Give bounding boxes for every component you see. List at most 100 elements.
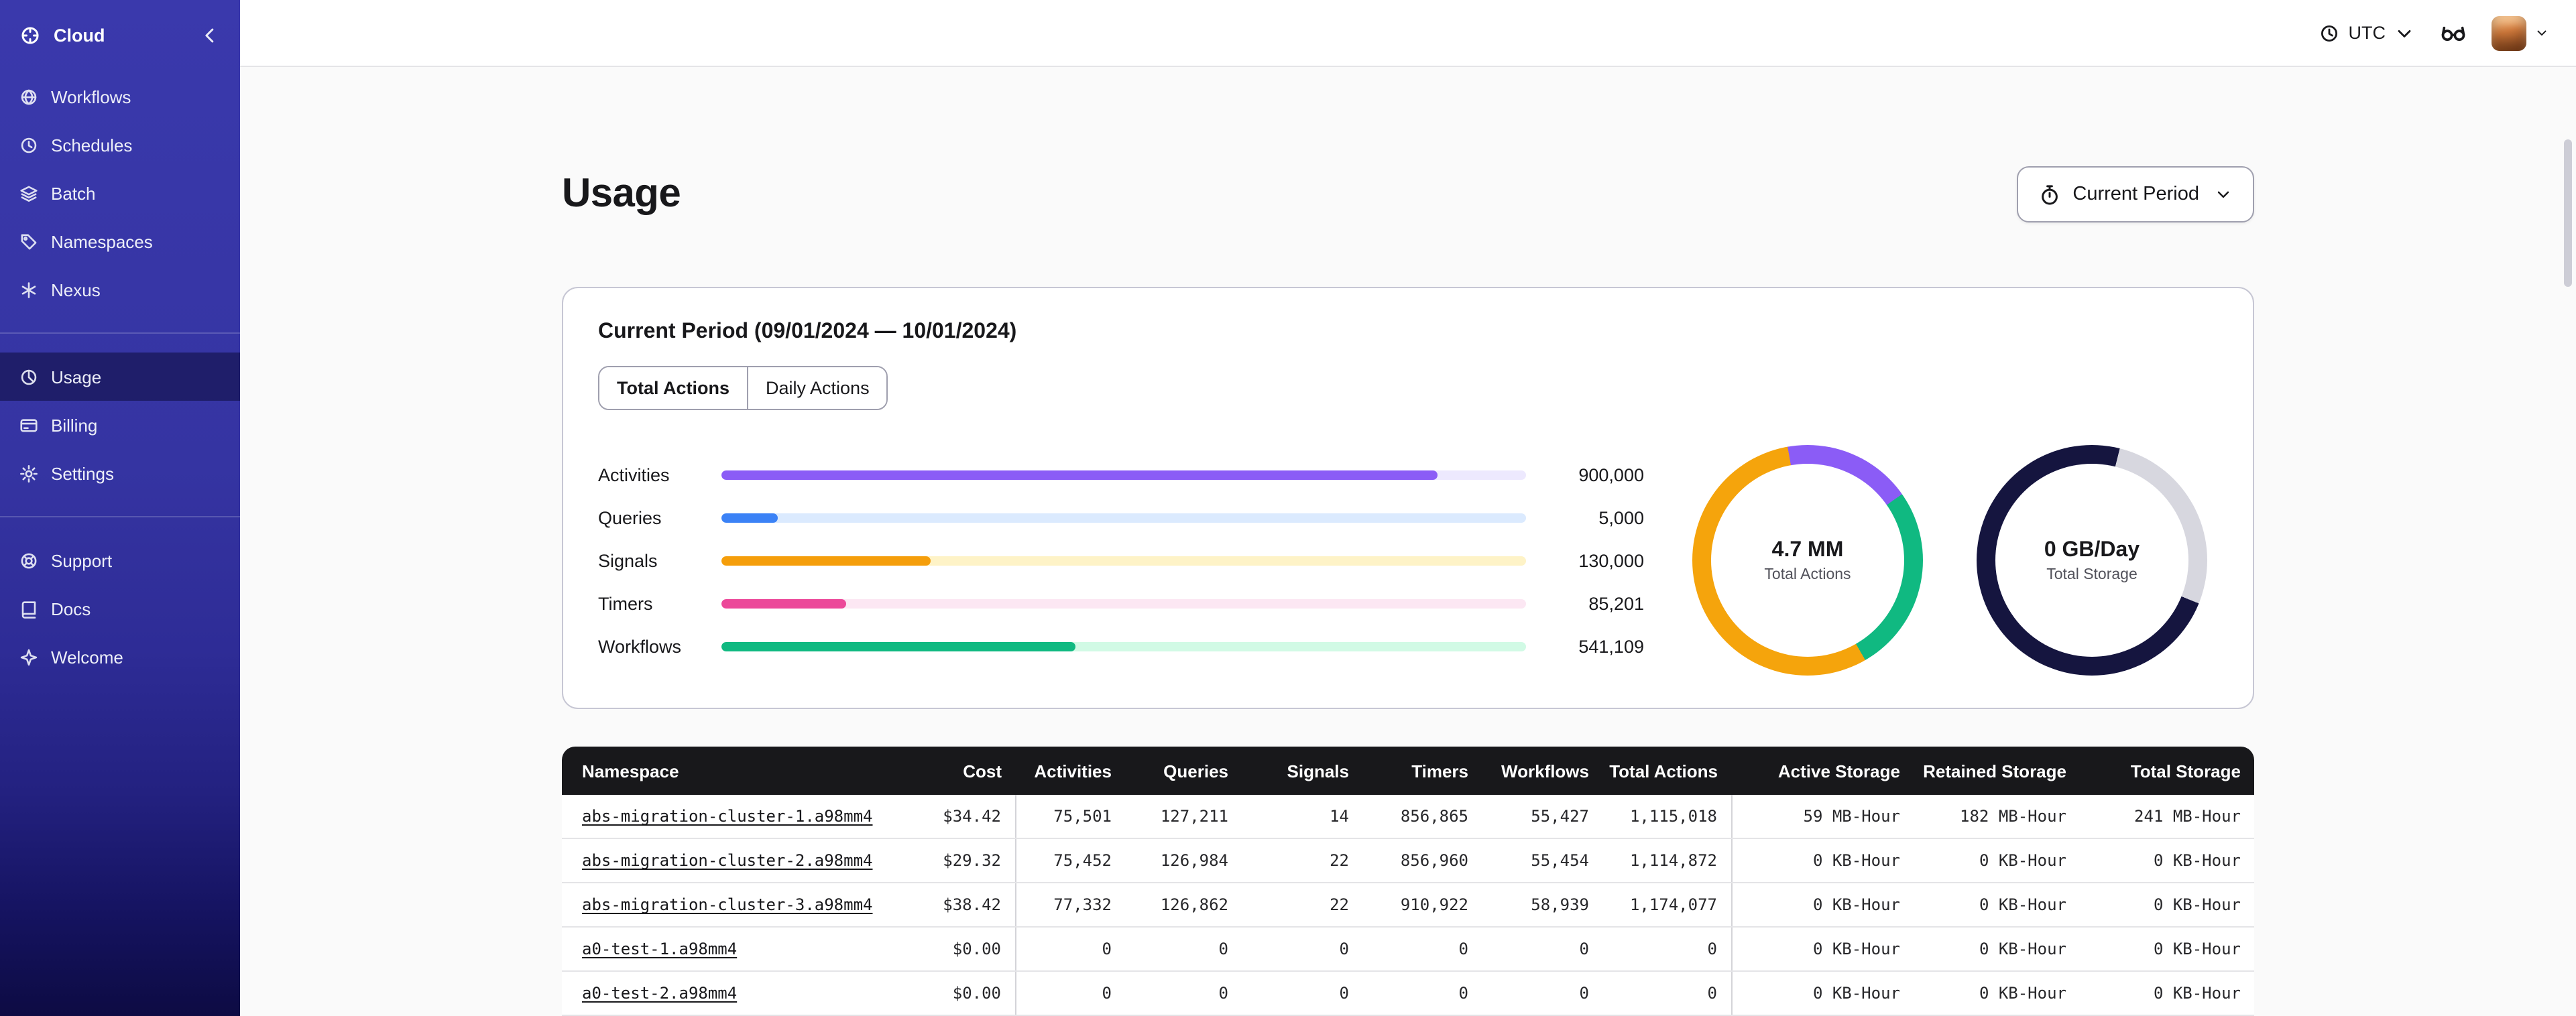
avatar (2492, 15, 2526, 50)
page-title: Usage (562, 172, 681, 216)
cell-signals: 22 (1242, 883, 1362, 928)
sparkle-icon (19, 647, 39, 667)
bar-fill (721, 513, 778, 523)
sidebar-item-usage[interactable]: Usage (0, 353, 240, 401)
gear-icon (19, 463, 39, 483)
cell-timers: 0 (1362, 927, 1482, 972)
clock-icon (2319, 22, 2341, 44)
bar-row-workflows: Workflows 541,109 (598, 625, 1644, 668)
namespace-link[interactable]: a0-test-2.a98mm4 (582, 984, 737, 1003)
bar-row-signals: Signals 130,000 (598, 539, 1644, 582)
cell-activities: 75,501 (1014, 795, 1125, 840)
cell-total-storage: 0 KB-Hour (2080, 838, 2254, 884)
chevron-down-icon (2534, 25, 2549, 40)
actions-bar-chart: Activities 900,000 Queries 5,000 Signals 130,… (598, 453, 1644, 668)
column-total-actions: Total Actions (1602, 747, 1731, 796)
cell-queries: 0 (1125, 927, 1242, 972)
column-cost: Cost (843, 747, 1015, 796)
cell-queries: 126,862 (1125, 883, 1242, 928)
cell-active-storage: 59 MB-Hour (1731, 795, 1914, 840)
table-row: a0-test-2.a98mm4 $0.00 0 0 0 0 0 0 0 KB-Hour 0 KB… (562, 971, 2254, 1016)
sidebar-collapse-button[interactable] (198, 23, 221, 46)
scrollbar-thumb[interactable] (2564, 139, 2572, 287)
sidebar-item-label: Billing (51, 415, 98, 435)
sidebar-item-docs[interactable]: Docs (0, 584, 240, 633)
cell-timers: 856,865 (1362, 795, 1482, 840)
total-storage-label: Total Storage (2046, 566, 2138, 583)
cell-workflows: 0 (1482, 971, 1602, 1016)
sidebar-nav-main: Workflows Schedules Batch Namespaces Nexus (0, 72, 240, 314)
cell-queries: 0 (1125, 971, 1242, 1016)
sidebar-item-billing[interactable]: Billing (0, 401, 240, 449)
cell-total-actions: 0 (1602, 927, 1731, 972)
sidebar-item-label: Schedules (51, 135, 133, 155)
column-queries: Queries (1125, 747, 1242, 796)
cell-active-storage: 0 KB-Hour (1731, 883, 1914, 928)
user-menu[interactable] (2492, 15, 2549, 50)
sidebar-item-namespaces[interactable]: Namespaces (0, 217, 240, 265)
topbar: UTC (240, 0, 2576, 67)
column-timers: Timers (1362, 747, 1482, 796)
sidebar-nav-support: Support Docs Welcome (0, 536, 240, 681)
sidebar-divider (0, 516, 240, 517)
column-active-storage: Active Storage (1731, 747, 1914, 796)
sidebar-item-label: Usage (51, 367, 102, 387)
tab-total-actions[interactable]: Total Actions (599, 367, 747, 409)
book-icon (19, 598, 39, 619)
sidebar-item-welcome[interactable]: Welcome (0, 633, 240, 681)
sidebar-item-label: Settings (51, 463, 114, 483)
cell-total-storage: 0 KB-Hour (2080, 883, 2254, 928)
cell-cost: $0.00 (843, 927, 1015, 972)
bar-row-queries: Queries 5,000 (598, 496, 1644, 539)
cell-namespace: a0-test-2.a98mm4 (562, 971, 843, 1016)
column-retained-storage: Retained Storage (1914, 747, 2080, 796)
sidebar-item-support[interactable]: Support (0, 536, 240, 584)
table-row: abs-migration-cluster-1.a98mm4 $34.42 75,5… (562, 795, 2254, 840)
sidebar: Cloud Workflows Schedules Batch Namespaces N… (0, 0, 240, 1016)
cell-queries: 127,211 (1125, 795, 1242, 840)
period-selector-button[interactable]: Current Period (2016, 166, 2254, 223)
cell-activities: 75,452 (1014, 838, 1125, 884)
timezone-selector[interactable]: UTC (2319, 22, 2416, 44)
sidebar-nav-account: Usage Billing Settings (0, 353, 240, 497)
cell-total-storage: 241 MB-Hour (2080, 795, 2254, 840)
sidebar-item-schedules[interactable]: Schedules (0, 121, 240, 169)
total-actions-donut: 4.7 MM Total Actions (1692, 445, 1923, 676)
cell-active-storage: 0 KB-Hour (1731, 838, 1914, 884)
bar-value: 85,201 (1588, 593, 1644, 614)
namespace-link[interactable]: abs-migration-cluster-1.a98mm4 (582, 807, 873, 826)
bar-label: Timers (598, 593, 653, 614)
actions-tab-group: Total Actions Daily Actions (598, 366, 888, 411)
cell-workflows: 0 (1482, 927, 1602, 972)
tag-icon (19, 231, 39, 251)
sidebar-item-batch[interactable]: Batch (0, 169, 240, 217)
layers-icon (19, 183, 39, 203)
cell-workflows: 55,454 (1482, 838, 1602, 884)
bar-value: 541,109 (1578, 636, 1644, 657)
usage-card: Current Period (09/01/2024 — 10/01/2024)… (562, 287, 2254, 710)
cell-signals: 22 (1242, 838, 1362, 884)
tab-daily-actions[interactable]: Daily Actions (747, 367, 887, 409)
cloud-logo-icon (19, 23, 42, 46)
bar-track (721, 556, 1526, 566)
sidebar-item-label: Nexus (51, 279, 101, 300)
glasses-icon[interactable] (2439, 19, 2467, 47)
globe-icon (19, 86, 39, 107)
sidebar-item-workflows[interactable]: Workflows (0, 72, 240, 121)
clock-icon (19, 135, 39, 155)
column-workflows: Workflows (1482, 747, 1602, 796)
cell-queries: 126,984 (1125, 838, 1242, 884)
cell-retained-storage: 0 KB-Hour (1914, 971, 2080, 1016)
timezone-label: UTC (2348, 23, 2386, 43)
column-namespace: Namespace (562, 747, 843, 796)
sidebar-item-settings[interactable]: Settings (0, 449, 240, 497)
namespace-link[interactable]: a0-test-1.a98mm4 (582, 940, 737, 958)
namespace-link[interactable]: abs-migration-cluster-3.a98mm4 (582, 895, 873, 914)
lifebuoy-icon (19, 550, 39, 570)
bar-label: Signals (598, 550, 658, 571)
namespace-link[interactable]: abs-migration-cluster-2.a98mm4 (582, 851, 873, 870)
cell-timers: 910,922 (1362, 883, 1482, 928)
main-area: Usage Current Period Current Period (09/… (240, 67, 2576, 1016)
sidebar-item-nexus[interactable]: Nexus (0, 265, 240, 314)
cell-workflows: 55,427 (1482, 795, 1602, 840)
